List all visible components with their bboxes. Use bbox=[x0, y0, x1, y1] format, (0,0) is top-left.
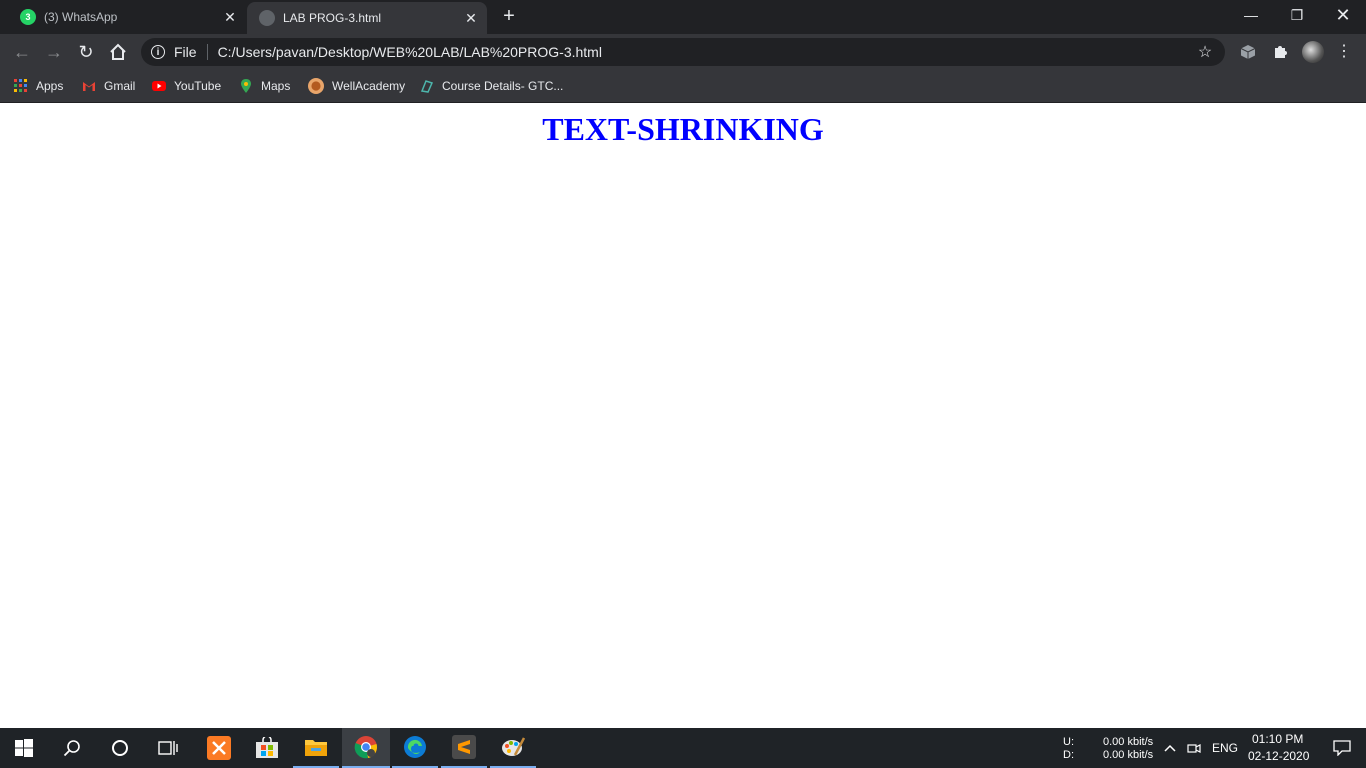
back-button[interactable]: ← bbox=[8, 38, 36, 66]
start-button[interactable] bbox=[0, 728, 48, 768]
store-icon bbox=[256, 737, 278, 758]
separator bbox=[206, 44, 208, 60]
tab-strip: 3 (3) WhatsApp ✕ LAB PROG-3.html ✕ + — ❐… bbox=[0, 0, 1366, 34]
bookmark-wellacademy[interactable]: WellAcademy bbox=[308, 76, 405, 96]
browser-toolbar: ← → ↻ i File C:/Users/pavan/Desktop/WEB%… bbox=[0, 34, 1366, 70]
wellacademy-icon bbox=[308, 78, 324, 94]
taskbar-store[interactable] bbox=[243, 728, 291, 768]
extension-cube-icon[interactable] bbox=[1238, 42, 1258, 62]
sublime-text-icon bbox=[452, 735, 476, 759]
page-viewport: TEXT-SHRINKING bbox=[0, 103, 1366, 728]
taskbar-sublime-text[interactable] bbox=[441, 728, 487, 768]
whatsapp-icon: 3 bbox=[20, 9, 36, 25]
paint-icon bbox=[502, 737, 525, 756]
tab-title: (3) WhatsApp bbox=[44, 10, 118, 24]
minimize-button[interactable]: — bbox=[1228, 0, 1274, 30]
tab-lab-prog[interactable]: LAB PROG-3.html ✕ bbox=[247, 2, 487, 34]
show-hidden-icons-button[interactable] bbox=[1160, 728, 1180, 768]
youtube-icon bbox=[152, 81, 166, 91]
file-explorer-icon bbox=[305, 740, 327, 756]
bookmark-label: Maps bbox=[261, 79, 291, 93]
info-icon[interactable]: i bbox=[151, 45, 165, 59]
profile-avatar[interactable] bbox=[1302, 41, 1324, 63]
more-menu-icon[interactable]: ⋮ bbox=[1336, 40, 1352, 64]
windows-taskbar: U: D: 0.00 kbit/s 0.00 kbit/s ENG 01:10 … bbox=[0, 728, 1366, 768]
task-view-button[interactable] bbox=[144, 728, 192, 768]
maps-pin-icon bbox=[241, 79, 251, 93]
meet-now-button[interactable] bbox=[1184, 728, 1204, 768]
notification-icon bbox=[1333, 740, 1351, 756]
net-download-value: 0.00 kbit/s bbox=[1103, 749, 1154, 761]
chrome-icon bbox=[354, 736, 377, 759]
windows-logo-icon bbox=[15, 739, 33, 757]
bookmark-gmail[interactable]: Gmail bbox=[82, 76, 135, 96]
bookmark-label: Course Details- GTC... bbox=[442, 79, 564, 93]
bookmark-label: Apps bbox=[36, 79, 64, 93]
bookmark-label: WellAcademy bbox=[332, 79, 406, 93]
address-bar[interactable]: i File C:/Users/pavan/Desktop/WEB%20LAB/… bbox=[141, 38, 1225, 66]
apps-grid-icon bbox=[14, 79, 27, 92]
bookmark-maps[interactable]: Maps bbox=[239, 76, 290, 96]
extensions-puzzle-icon[interactable] bbox=[1270, 42, 1290, 62]
bookmark-star-icon[interactable]: ☆ bbox=[1193, 42, 1217, 62]
bookmark-course-details[interactable]: Course Details- GTC... bbox=[420, 76, 563, 96]
taskbar-edge[interactable] bbox=[392, 728, 438, 768]
taskbar-xampp[interactable] bbox=[195, 728, 243, 768]
cortana-icon bbox=[112, 740, 128, 756]
close-icon[interactable]: ✕ bbox=[222, 9, 238, 25]
scheme-label: File bbox=[174, 44, 197, 60]
new-tab-button[interactable]: + bbox=[498, 6, 520, 28]
restore-button[interactable]: ❐ bbox=[1274, 0, 1320, 30]
clock-time[interactable]: 01:10 PM bbox=[1252, 732, 1303, 746]
taskbar-chrome[interactable] bbox=[342, 728, 390, 768]
search-button[interactable] bbox=[48, 728, 96, 768]
net-upload-label: U: bbox=[1063, 736, 1074, 748]
bookmark-label: Gmail bbox=[104, 79, 136, 93]
url-text[interactable]: C:/Users/pavan/Desktop/WEB%20LAB/LAB%20P… bbox=[218, 44, 1193, 60]
net-download-label: D: bbox=[1063, 749, 1074, 761]
page-heading: TEXT-SHRINKING bbox=[542, 111, 824, 147]
xampp-icon bbox=[207, 736, 231, 760]
course-icon bbox=[420, 80, 434, 93]
bookmark-youtube[interactable]: YouTube bbox=[152, 76, 221, 96]
net-upload-value: 0.00 kbit/s bbox=[1103, 736, 1154, 748]
search-icon bbox=[63, 740, 80, 757]
gmail-icon bbox=[83, 82, 95, 91]
taskbar-file-explorer[interactable] bbox=[293, 728, 339, 768]
home-icon bbox=[110, 43, 126, 60]
home-button[interactable] bbox=[104, 38, 132, 66]
bookmark-label: YouTube bbox=[174, 79, 222, 93]
reload-button[interactable]: ↻ bbox=[72, 38, 100, 66]
tab-whatsapp[interactable]: 3 (3) WhatsApp ✕ bbox=[8, 0, 246, 34]
task-view-icon bbox=[158, 741, 178, 755]
taskbar-paint[interactable] bbox=[490, 728, 536, 768]
close-window-button[interactable]: ✕ bbox=[1320, 0, 1366, 30]
forward-button[interactable]: → bbox=[40, 38, 68, 66]
tab-title: LAB PROG-3.html bbox=[283, 11, 382, 25]
globe-icon bbox=[259, 10, 275, 26]
close-icon[interactable]: ✕ bbox=[463, 10, 479, 26]
edge-icon bbox=[404, 736, 426, 758]
bookmarks-bar: Apps Gmail YouTube Maps WellAcademy Cour… bbox=[0, 70, 1366, 103]
language-indicator[interactable]: ENG bbox=[1212, 741, 1238, 755]
cortana-button[interactable] bbox=[96, 728, 144, 768]
chevron-up-icon bbox=[1164, 744, 1176, 752]
bookmark-apps[interactable]: Apps bbox=[14, 76, 63, 96]
camera-icon bbox=[1187, 744, 1201, 753]
action-center-button[interactable] bbox=[1318, 728, 1366, 768]
clock-date[interactable]: 02-12-2020 bbox=[1248, 749, 1309, 763]
